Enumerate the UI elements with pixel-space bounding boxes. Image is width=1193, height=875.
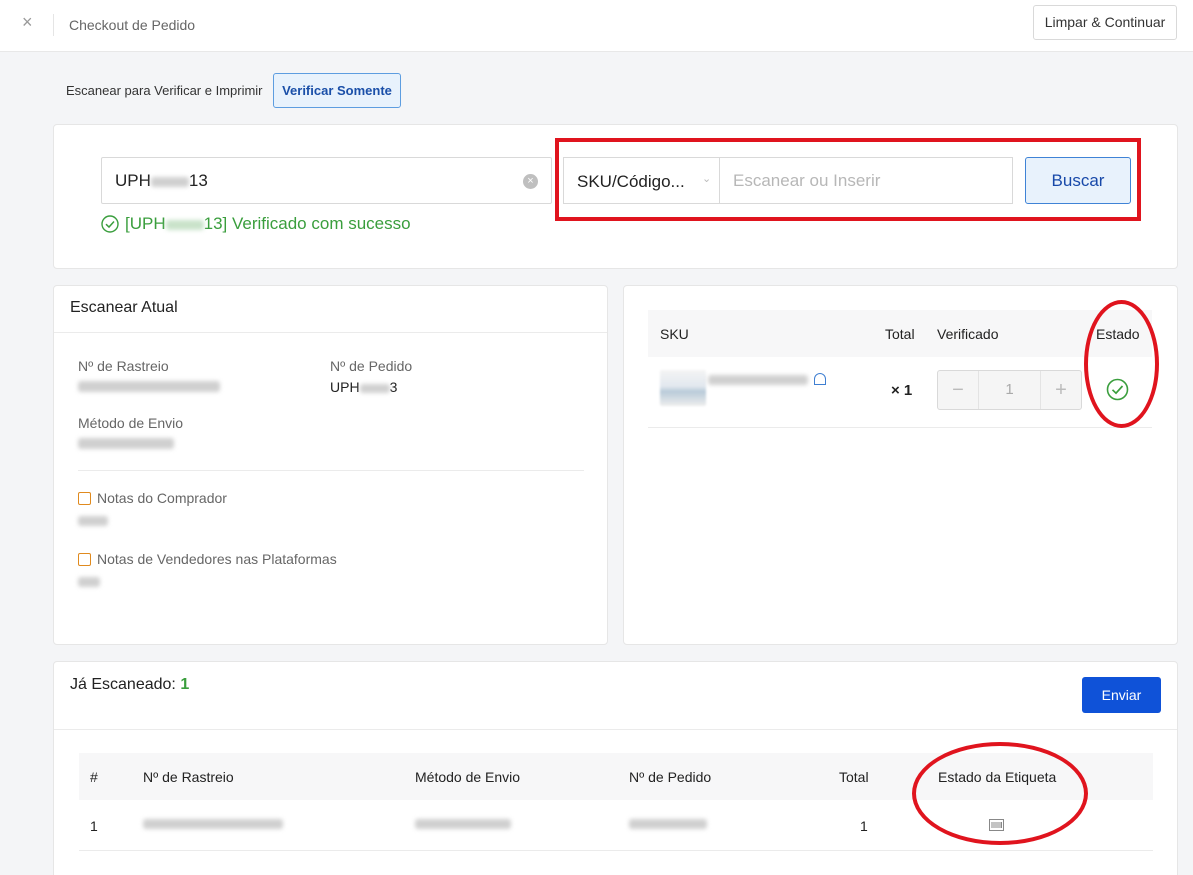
close-icon[interactable]: × [22,13,38,31]
current-scan-title: Escanear Atual [70,299,178,316]
row-order-value [629,819,707,829]
check-circle-icon [101,215,119,233]
card-header-divider [54,332,607,333]
seller-notes-label: Notas de Vendedores nas Plataformas [78,551,337,567]
highlight-box [555,138,1141,221]
warehouse-icon[interactable] [814,373,826,385]
order-number-value: UPH 13 [115,171,208,190]
scanned-header-divider [54,729,1177,730]
row-total: 1 [860,818,868,834]
verified-quantity-stepper[interactable]: − 1 + [937,370,1082,410]
scanned-count-label: Já Escaneado: 1 [70,676,190,693]
document-icon [78,552,91,566]
clear-field-icon[interactable]: × [523,174,538,189]
header-divider [53,14,54,36]
row-index: 1 [90,818,98,834]
tracking-number-label: Nº de Rastreio [78,358,169,374]
sku-name-value [708,375,808,385]
sku-row-divider [648,427,1152,428]
send-button[interactable]: Enviar [1082,677,1161,713]
buyer-notes-label: Notas do Comprador [78,490,227,506]
total-column-header: Total [885,326,915,342]
order-number-field[interactable]: UPH 13 × [101,157,552,204]
total-column-header: Total [839,769,869,785]
row-tracking-value [143,819,283,829]
tracking-number-value [78,381,220,392]
verification-success-message: [UPH 13] Verificado com sucesso [101,214,411,234]
order-number-label: Nº de Pedido [330,358,413,374]
verified-count-value: 1 [978,371,1041,409]
shipping-method-value [78,438,174,449]
scan-print-mode-tab[interactable]: Escanear para Verificar e Imprimir [66,83,263,98]
top-bar: × Checkout de Pedido Limpar & Continuar [0,0,1193,52]
seller-notes-value [78,577,100,587]
current-scan-card [53,285,608,645]
scanned-row-divider [79,850,1153,851]
status-highlight-oval [1084,300,1159,428]
sku-column-header: SKU [660,326,689,342]
tracking-column-header: Nº de Rastreio [143,769,234,785]
verify-only-mode-tab[interactable]: Verificar Somente [273,73,401,108]
clear-continue-button[interactable]: Limpar & Continuar [1033,5,1177,40]
comment-icon [78,491,91,505]
label-status-highlight-oval [912,742,1088,845]
increment-button[interactable]: + [1041,371,1081,409]
order-number-display: UPH 3 [330,379,398,395]
decrement-button[interactable]: − [938,371,978,409]
index-column-header: # [90,769,98,785]
row-shipping-value [415,819,511,829]
shipping-method-label: Método de Envio [78,415,184,431]
page-title: Checkout de Pedido [69,17,196,33]
info-divider [78,470,584,471]
verified-column-header: Verificado [937,326,999,342]
buyer-notes-value [78,516,108,526]
product-thumbnail [660,370,706,406]
order-column-header: Nº de Pedido [629,769,712,785]
quantity-value: × 1 [891,382,913,399]
shipping-column-header: Método de Envio [415,769,521,785]
